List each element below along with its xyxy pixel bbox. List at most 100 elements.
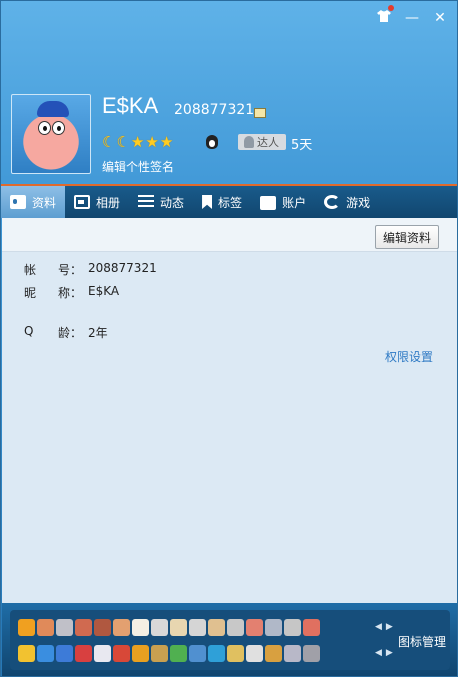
vip-card-icon[interactable] (254, 108, 266, 118)
app-shortcut-icon[interactable] (132, 645, 149, 662)
tab-label: 标签 (218, 195, 243, 210)
app-shortcut-icon[interactable] (170, 645, 187, 662)
tab-label: 动态 (160, 195, 185, 210)
profile-card-icon (10, 195, 26, 209)
tab-feed[interactable]: 动态 (129, 186, 193, 218)
arrow-left-icon[interactable]: ◀ (375, 648, 382, 658)
app-shortcut-icon[interactable] (18, 619, 35, 636)
app-shortcut-icon[interactable] (265, 645, 282, 662)
moon-icon: ☾ (116, 133, 130, 151)
level-indicator[interactable]: ☾ ☾ ★ ★ ★ (102, 134, 173, 150)
app-icon-row (18, 619, 320, 636)
qq-age-value: 2年 (88, 326, 108, 340)
app-shortcut-icon[interactable] (208, 619, 225, 636)
daren-badge[interactable]: 达人 (238, 134, 286, 150)
app-shortcut-icon[interactable] (303, 619, 320, 636)
app-shortcut-icon[interactable] (246, 619, 263, 636)
app-shortcut-icon[interactable] (227, 645, 244, 662)
app-shortcut-icon[interactable] (75, 645, 92, 662)
feed-list-icon (138, 195, 155, 209)
close-button[interactable]: ✕ (429, 7, 451, 29)
minimize-button[interactable]: — (401, 7, 423, 29)
edit-profile-button[interactable]: 编辑资料 (375, 225, 439, 249)
app-shortcut-icon[interactable] (94, 645, 111, 662)
skin-button[interactable] (373, 5, 395, 29)
app-shortcut-icon[interactable] (303, 645, 320, 662)
daren-days: 5天 (291, 138, 313, 153)
app-shortcut-icon[interactable] (284, 645, 301, 662)
app-shortcut-icon[interactable] (75, 619, 92, 636)
arrow-right-icon[interactable]: ▶ (386, 648, 393, 658)
permission-settings-link[interactable]: 权限设置 (385, 348, 433, 365)
qq-age-row: Q 龄： 2年 (24, 324, 108, 341)
game-icon (324, 195, 341, 209)
avatar-eye-left (38, 121, 51, 135)
photo-album-icon (74, 195, 91, 209)
bottom-bar: ◀ ▶ ◀ ▶ 图标管理 (2, 603, 457, 676)
app-shortcut-icon[interactable] (227, 619, 244, 636)
moon-icon: ☾ (102, 133, 116, 151)
tab-label: 相册 (96, 195, 121, 210)
nickname-label: 昵称： (24, 286, 82, 300)
account-row: 帐号： 208877321 (24, 261, 157, 278)
app-shortcut-icon[interactable] (189, 619, 206, 636)
app-icon-panel: ◀ ▶ ◀ ▶ 图标管理 (10, 610, 450, 670)
avatar[interactable] (11, 94, 91, 174)
app-shortcut-icon[interactable] (208, 645, 225, 662)
star-icon: ★ (159, 133, 174, 151)
qq-number: 208877321 (174, 102, 255, 118)
account-label: 帐号： (24, 263, 82, 277)
app-shortcut-icon[interactable] (170, 619, 187, 636)
tab-bar: 资料 相册 动态 标签 账户 游戏 (1, 184, 457, 218)
tab-account[interactable]: 账户 (251, 186, 315, 218)
daren-label: 达人 (257, 136, 279, 149)
row-scroll-arrows[interactable]: ◀ ▶ (375, 622, 393, 632)
app-shortcut-icon[interactable] (94, 619, 111, 636)
qq-age-label: Q 龄： (24, 324, 82, 340)
avatar-eye-right (52, 121, 65, 135)
tab-label: 游戏 (346, 195, 371, 210)
tab-games[interactable]: 游戏 (315, 186, 379, 218)
app-shortcut-icon[interactable] (37, 645, 54, 662)
arrow-left-icon[interactable]: ◀ (375, 622, 382, 632)
row-scroll-arrows[interactable]: ◀ ▶ (375, 648, 393, 658)
tshirt-icon (377, 10, 391, 26)
tab-label: 资料 (32, 195, 57, 210)
title-bar: — ✕ (373, 5, 451, 29)
app-shortcut-icon[interactable] (37, 619, 54, 636)
tab-tags[interactable]: 标签 (193, 186, 251, 218)
app-shortcut-icon[interactable] (284, 619, 301, 636)
account-value: 208877321 (88, 261, 157, 275)
app-shortcut-icon[interactable] (151, 645, 168, 662)
star-icon: ★ (130, 133, 145, 151)
app-shortcut-icon[interactable] (56, 619, 73, 636)
app-icon-row (18, 645, 320, 662)
app-shortcut-icon[interactable] (246, 645, 263, 662)
app-shortcut-icon[interactable] (113, 619, 130, 636)
penguin-icon[interactable] (206, 135, 218, 149)
profile-content: 编辑资料 帐号： 208877321 昵称： E$KA Q 龄： 2年 权限设置 (2, 218, 457, 603)
app-shortcut-icon[interactable] (56, 645, 73, 662)
person-icon (244, 136, 254, 148)
tab-album[interactable]: 相册 (65, 186, 129, 218)
app-shortcut-icon[interactable] (132, 619, 149, 636)
icon-manage-button[interactable]: 图标管理 (398, 633, 446, 650)
profile-window: — ✕ E$KA 208877321 ☾ ☾ ★ ★ ★ 达人 5天 编辑个性签… (0, 0, 458, 677)
avatar-hat (37, 101, 69, 117)
signature-field[interactable]: 编辑个性签名 (102, 158, 174, 175)
nickname-value: E$KA (88, 284, 120, 298)
tab-label: 账户 (282, 195, 307, 210)
app-shortcut-icon[interactable] (265, 619, 282, 636)
nickname: E$KA (102, 93, 159, 118)
content-toolbar: 编辑资料 (2, 218, 457, 252)
nickname-row: 昵称： E$KA (24, 284, 119, 301)
app-shortcut-icon[interactable] (18, 645, 35, 662)
briefcase-icon (260, 196, 277, 210)
app-shortcut-icon[interactable] (151, 619, 168, 636)
notification-dot (388, 5, 394, 11)
arrow-right-icon[interactable]: ▶ (386, 622, 393, 632)
app-shortcut-icon[interactable] (113, 645, 130, 662)
app-shortcut-icon[interactable] (189, 645, 206, 662)
star-icon: ★ (145, 133, 159, 151)
tab-profile[interactable]: 资料 (1, 186, 66, 218)
